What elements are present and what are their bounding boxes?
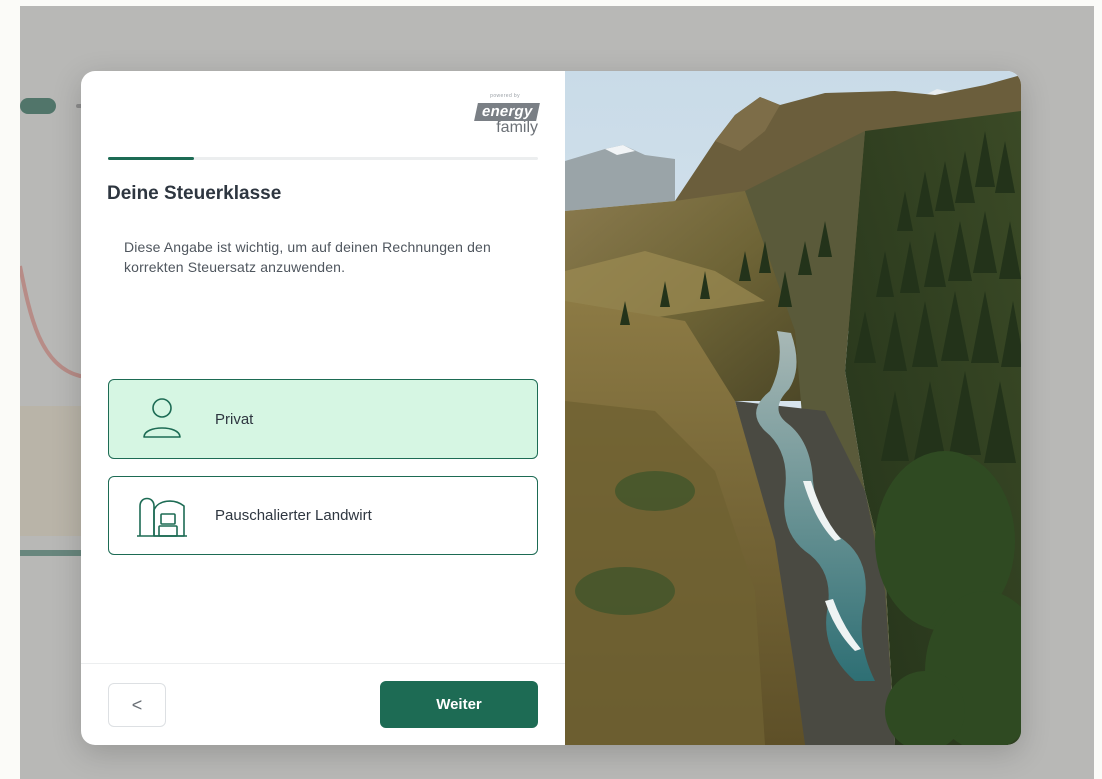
option-landwirt-label: Pauschalierter Landwirt <box>215 507 372 524</box>
chevron-left-icon: < <box>131 694 143 715</box>
page-title: Deine Steuerklasse <box>107 183 282 204</box>
footer-divider <box>81 663 565 664</box>
logo-word-energy: energy <box>473 103 540 121</box>
option-privat-label: Privat <box>215 410 254 428</box>
logo-word-family: family <box>496 119 538 136</box>
next-button[interactable]: Weiter <box>380 681 538 728</box>
option-pauschalierter-landwirt[interactable]: Pauschalierter Landwirt <box>108 476 538 555</box>
person-icon <box>109 395 215 443</box>
mountain-valley-photo <box>565 71 1021 745</box>
step-progress-bar <box>108 157 538 160</box>
energy-family-logo: powered by energy family <box>428 93 540 136</box>
page-description: Diese Angabe ist wichtig, um auf deinen … <box>124 239 491 275</box>
tax-class-dialog: powered by energy family Deine Steuerkla… <box>81 71 1021 745</box>
dialog-form-panel: powered by energy family Deine Steuerkla… <box>81 71 565 745</box>
logo-powered-by: powered by <box>490 93 520 99</box>
step-progress-fill <box>108 157 194 160</box>
option-privat[interactable]: Privat <box>108 379 538 459</box>
back-button[interactable]: < <box>108 683 166 727</box>
barn-icon <box>109 492 215 540</box>
